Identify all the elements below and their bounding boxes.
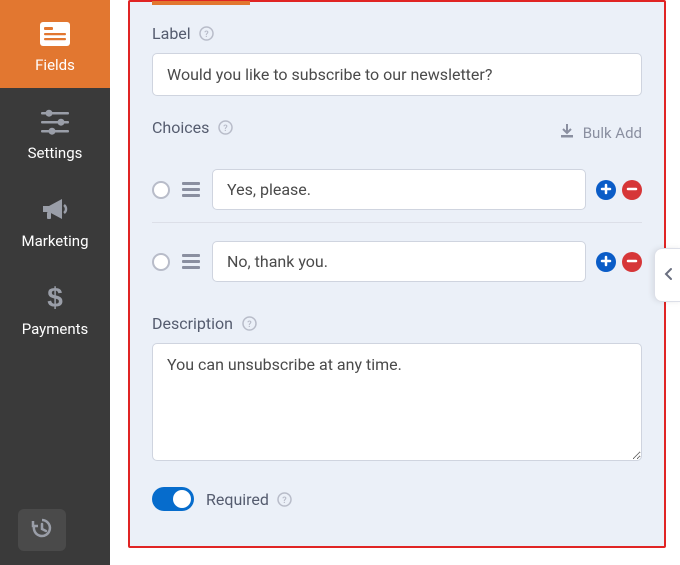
remove-choice-button[interactable] [622, 180, 642, 200]
sidebar-revision [0, 509, 110, 565]
label-title-text: Label [152, 24, 191, 43]
help-icon[interactable]: ? [241, 316, 257, 332]
bullhorn-icon [39, 194, 71, 226]
add-choice-button[interactable] [596, 252, 616, 272]
sidebar-item-label: Fields [35, 56, 75, 74]
help-icon[interactable]: ? [217, 120, 233, 136]
plus-icon [600, 180, 612, 199]
sidebar-item-settings[interactable]: Settings [0, 88, 110, 176]
tab-indicator [152, 1, 250, 5]
label-section: Label ? [152, 24, 642, 96]
required-row: Required ? [152, 487, 642, 511]
choices-header: Choices ? Bulk Add [152, 118, 642, 147]
sidebar-item-fields[interactable]: Fields [0, 0, 110, 88]
plus-icon [600, 252, 612, 271]
required-label: Required ? [206, 490, 293, 509]
sidebar-item-label: Payments [22, 320, 89, 338]
description-title: Description ? [152, 314, 642, 333]
revision-button[interactable] [18, 509, 66, 551]
svg-text:?: ? [283, 496, 288, 506]
description-title-text: Description [152, 314, 233, 333]
minus-icon [626, 180, 638, 199]
main-area: Label ? Choices ? [110, 0, 680, 565]
drag-handle-icon[interactable] [180, 182, 202, 197]
add-choice-button[interactable] [596, 180, 616, 200]
choice-default-radio[interactable] [152, 253, 170, 271]
sliders-icon [39, 106, 71, 138]
chevron-left-icon [664, 266, 674, 285]
history-icon [30, 516, 54, 544]
choice-row [152, 222, 642, 292]
required-label-text: Required [206, 490, 269, 509]
minus-icon [626, 252, 638, 271]
required-toggle[interactable] [152, 487, 194, 511]
dollar-icon: $ [39, 282, 71, 314]
sidebar: Fields Settings Marketing $ Payments [0, 0, 110, 565]
bulk-add-button[interactable]: Bulk Add [559, 123, 642, 143]
choice-actions [596, 180, 642, 200]
svg-text:?: ? [204, 30, 209, 40]
choices-title: Choices ? [152, 118, 233, 137]
label-input[interactable] [152, 53, 642, 96]
bulk-add-label: Bulk Add [583, 124, 642, 142]
description-textarea[interactable] [152, 343, 642, 461]
help-icon[interactable]: ? [277, 491, 293, 507]
choice-actions [596, 252, 642, 272]
choice-row [152, 159, 642, 220]
form-fields-icon [39, 18, 71, 50]
svg-text:?: ? [223, 124, 228, 134]
description-section: Description ? [152, 314, 642, 465]
choice-input[interactable] [212, 169, 586, 210]
sidebar-item-payments[interactable]: $ Payments [0, 264, 110, 352]
download-icon [559, 123, 575, 143]
svg-text:?: ? [247, 320, 252, 330]
remove-choice-button[interactable] [622, 252, 642, 272]
label-title: Label ? [152, 24, 642, 43]
drag-handle-icon[interactable] [180, 254, 202, 269]
choice-input[interactable] [212, 241, 586, 282]
choices-title-text: Choices [152, 118, 209, 137]
svg-text:$: $ [47, 283, 63, 313]
help-icon[interactable]: ? [199, 26, 215, 42]
field-settings-panel: Label ? Choices ? [128, 0, 666, 548]
sidebar-item-label: Settings [28, 144, 83, 162]
choice-default-radio[interactable] [152, 181, 170, 199]
sidebar-item-marketing[interactable]: Marketing [0, 176, 110, 264]
sidebar-item-label: Marketing [21, 232, 88, 250]
collapse-panel-button[interactable] [654, 248, 680, 302]
choices-section: Choices ? Bulk Add [152, 118, 642, 292]
